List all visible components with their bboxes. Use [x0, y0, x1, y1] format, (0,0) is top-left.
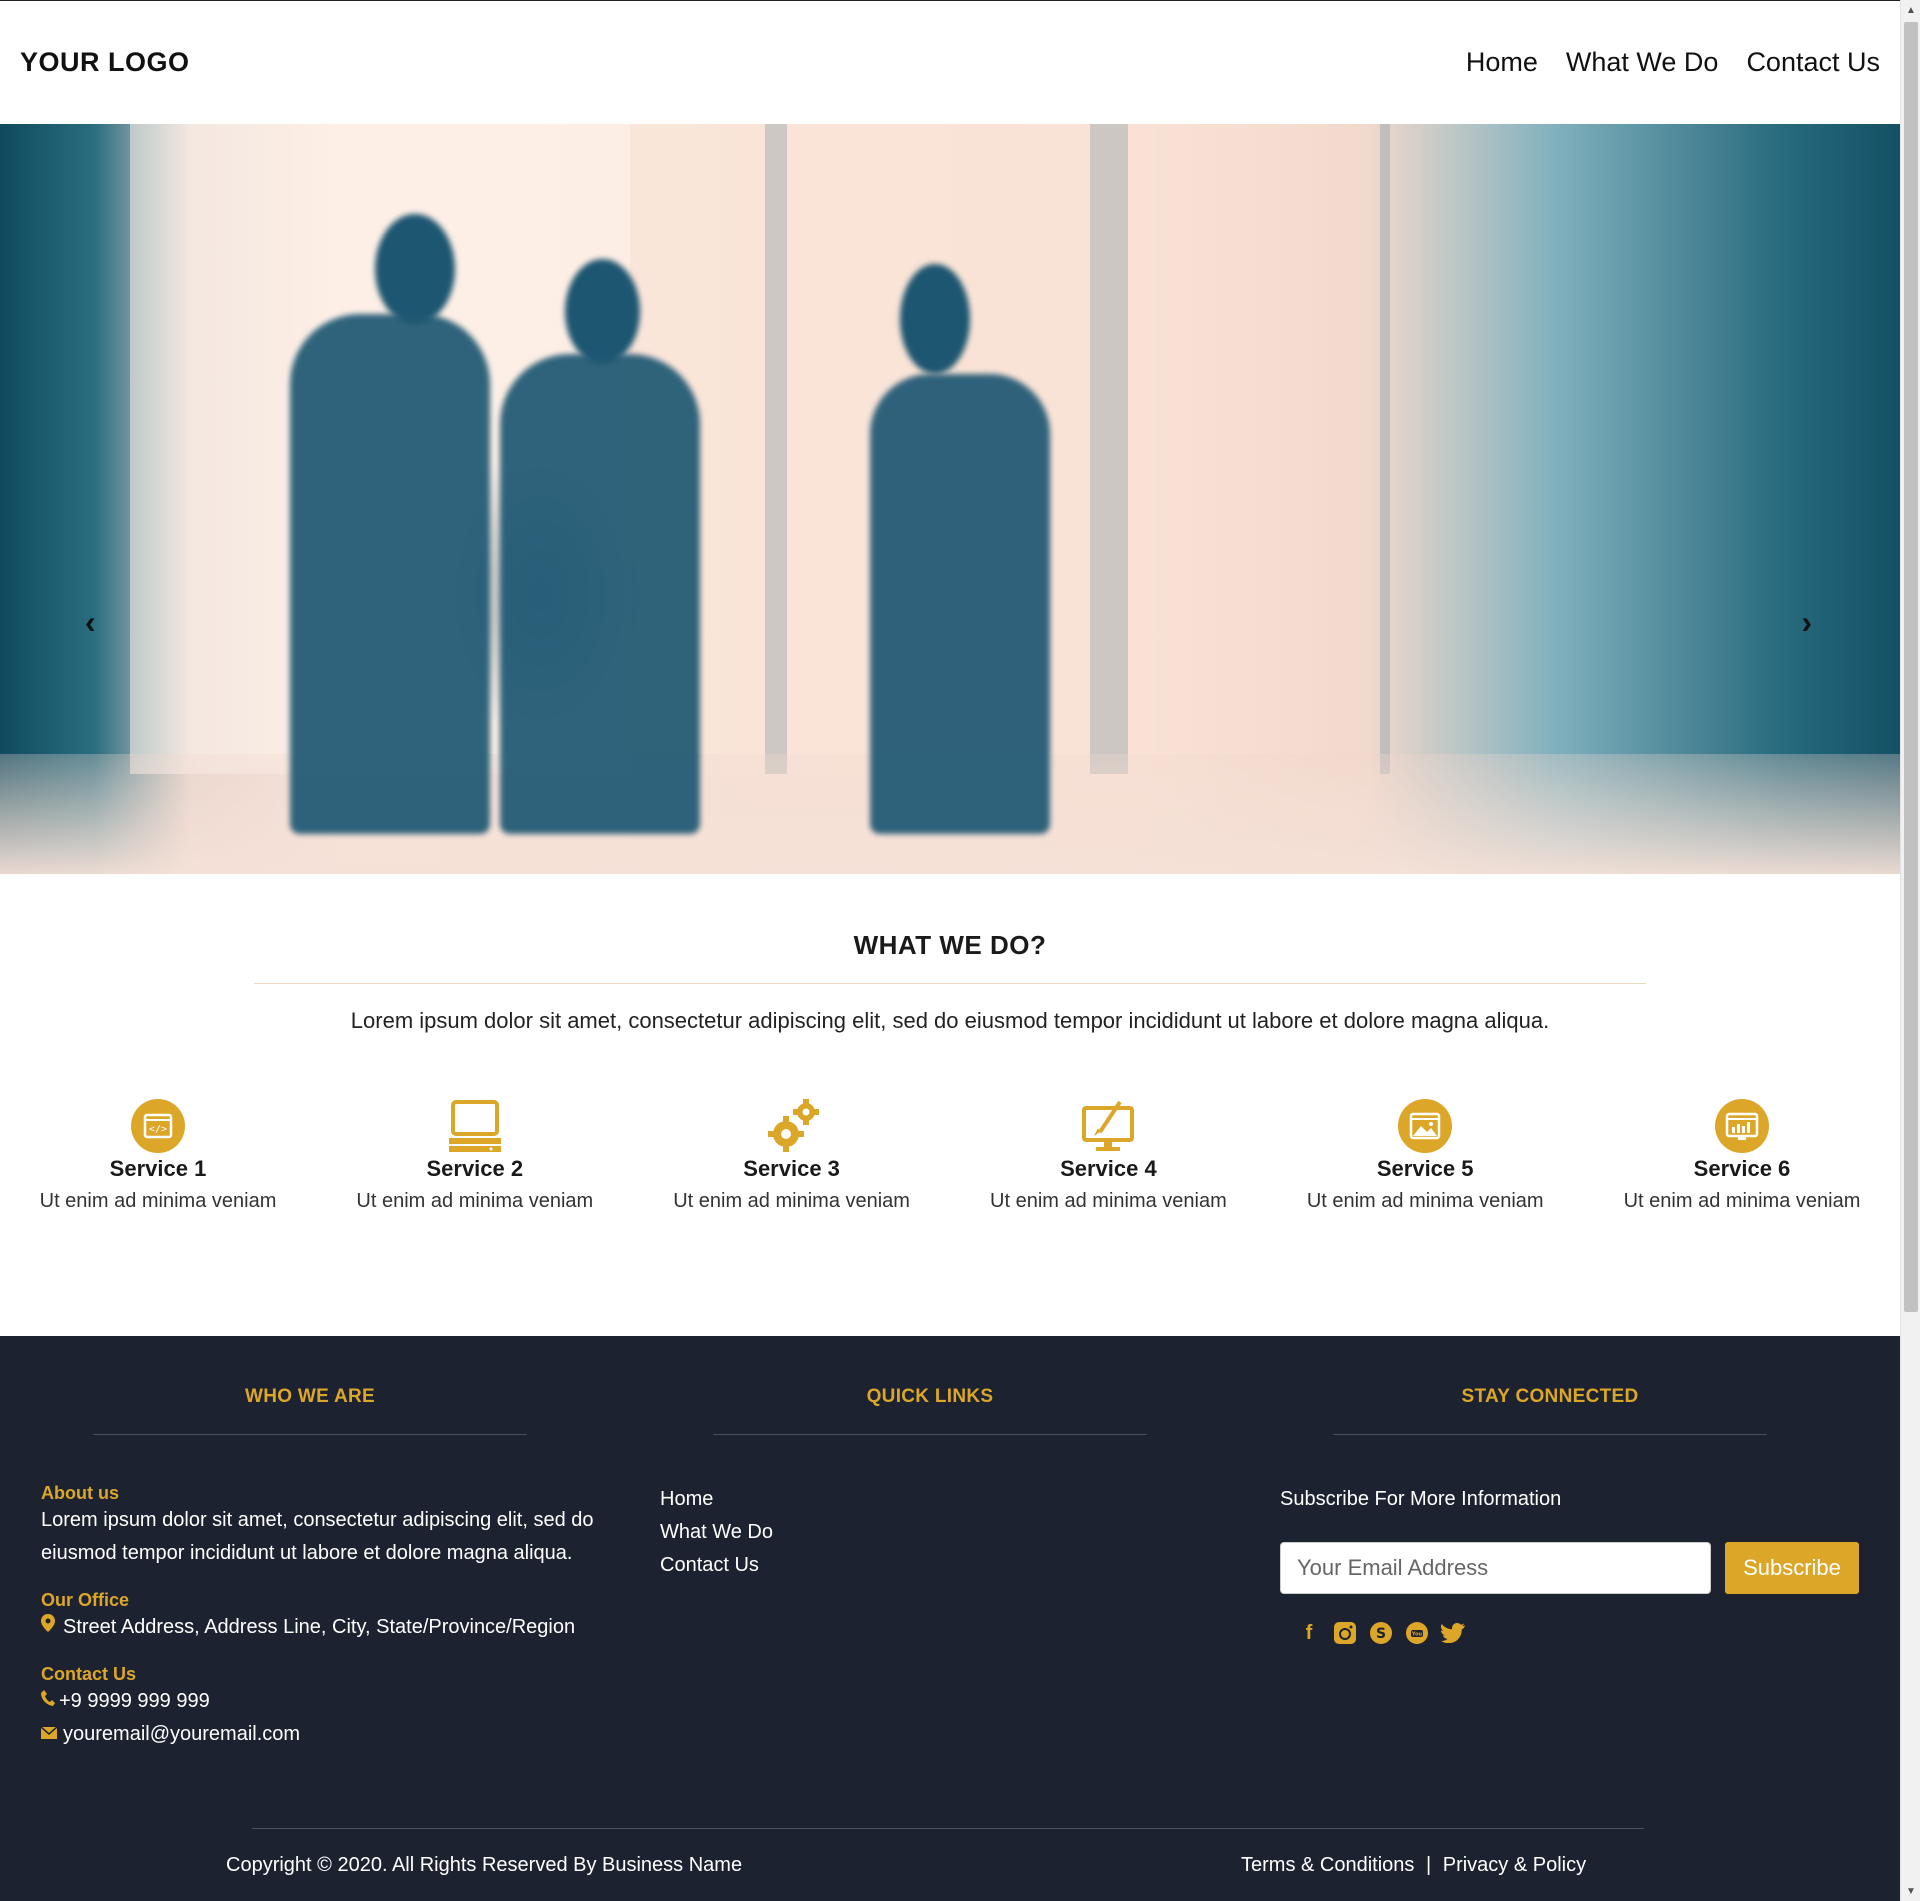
subscribe-text: Subscribe For More Information: [1280, 1488, 1562, 1510]
scroll-thumb[interactable]: [1904, 22, 1918, 1312]
footer-heading: STAY CONNECTED: [1461, 1386, 1639, 1407]
email-row: youremail@youremail.com: [40, 1718, 620, 1751]
service-description: Ut enim ad minima veniam: [356, 1190, 594, 1212]
subscribe-email-input[interactable]: [1280, 1542, 1711, 1594]
service-title: Service 2: [426, 1156, 524, 1181]
carousel-prev-arrow[interactable]: ‹: [85, 604, 96, 641]
footer-bottom-divider: [252, 1828, 1644, 1829]
scroll-up-arrow-icon[interactable]: ▲: [1901, 0, 1920, 20]
code-window-icon: </>: [130, 1098, 186, 1154]
svg-text:</>: </>: [149, 1124, 167, 1135]
person-silhouette: [500, 354, 700, 834]
facebook-icon[interactable]: f: [1296, 1620, 1322, 1646]
scroll-down-arrow-icon[interactable]: ▼: [1901, 1881, 1920, 1901]
gears-icon: [764, 1098, 820, 1154]
laptop-icon: [447, 1098, 503, 1154]
service-title: Service 1: [109, 1156, 207, 1181]
service-description: Ut enim ad minima veniam: [990, 1190, 1227, 1212]
chart-window-icon: [1714, 1098, 1770, 1154]
service-description: Ut enim ad minima veniam: [39, 1190, 277, 1212]
footer-link-contact-us[interactable]: Contact Us: [660, 1549, 1240, 1582]
footer-heading: QUICK LINKS: [866, 1386, 994, 1407]
page: YOUR LOGO Home What We Do Contact Us ‹ ›…: [0, 0, 1900, 1901]
terms-link[interactable]: Terms & Conditions: [1241, 1854, 1414, 1876]
person-silhouette: [870, 374, 1050, 834]
section-title: WHAT WE DO?: [853, 930, 1047, 960]
service-grid: </> Service 1 Ut enim ad minima veniam S…: [0, 1098, 1900, 1213]
nav-home[interactable]: Home: [1466, 47, 1538, 78]
person-head: [900, 264, 970, 374]
service-description: Ut enim ad minima veniam: [1306, 1190, 1544, 1212]
service-card: </> Service 1 Ut enim ad minima veniam: [18, 1098, 298, 1213]
section-divider: [254, 983, 1646, 984]
window-pillar: [1090, 124, 1128, 774]
svg-text:You: You: [1411, 1632, 1423, 1638]
main-nav: Home What We Do Contact Us: [1466, 47, 1880, 78]
footer-quick-links: QUICK LINKS Home What We Do Contact Us: [620, 1336, 1240, 1751]
footer-who-we-are: WHO WE ARE About us Lorem ipsum dolor si…: [0, 1336, 620, 1751]
service-description: Ut enim ad minima veniam: [1623, 1190, 1861, 1212]
phone-icon: [41, 1685, 59, 1718]
copyright-text: Copyright © 2020. All Rights Reserved By…: [226, 1854, 743, 1876]
service-title: Service 5: [1376, 1156, 1474, 1181]
office-label: Our Office: [41, 1590, 130, 1610]
svg-text:S: S: [1376, 1626, 1386, 1642]
phone-row: +9 9999 999 999: [41, 1685, 620, 1718]
image-window-icon: [1397, 1098, 1453, 1154]
window-pillar: [765, 124, 787, 774]
about-label: About us: [41, 1483, 119, 1503]
what-we-do-section: WHAT WE DO? Lorem ipsum dolor sit amet, …: [0, 874, 1900, 1213]
legal-separator: |: [1425, 1854, 1432, 1876]
instagram-icon[interactable]: [1332, 1620, 1358, 1646]
monitor-pen-icon: [1080, 1098, 1136, 1154]
service-card: Service 5 Ut enim ad minima veniam: [1285, 1098, 1565, 1213]
person-head: [375, 214, 455, 324]
legal-links: Terms & Conditions | Privacy & Policy: [1241, 1854, 1586, 1877]
mail-icon: [40, 1718, 63, 1751]
subscribe-button[interactable]: Subscribe: [1725, 1542, 1859, 1594]
service-title: Service 6: [1693, 1156, 1791, 1181]
social-links: f S You: [1280, 1620, 1860, 1646]
footer-stay-connected: STAY CONNECTED Subscribe For More Inform…: [1240, 1336, 1860, 1751]
service-title: Service 3: [743, 1156, 840, 1181]
logo[interactable]: YOUR LOGO: [20, 47, 190, 78]
person-head: [565, 259, 640, 364]
office-address: Street Address, Address Line, City, Stat…: [63, 1616, 576, 1638]
carousel-next-arrow[interactable]: ›: [1801, 604, 1812, 641]
service-card: Service 3 Ut enim ad minima veniam: [652, 1098, 932, 1213]
about-text: Lorem ipsum dolor sit amet, consectetur …: [41, 1509, 594, 1564]
footer-link-what-we-do[interactable]: What We Do: [660, 1516, 1240, 1549]
contact-label: Contact Us: [41, 1664, 137, 1684]
window-pillar: [1380, 124, 1390, 774]
office-address-row: Street Address, Address Line, City, Stat…: [41, 1611, 620, 1644]
subscribe-form: Subscribe: [1280, 1542, 1860, 1594]
privacy-link[interactable]: Privacy & Policy: [1443, 1854, 1586, 1876]
phone-number[interactable]: +9 9999 999 999: [59, 1685, 210, 1718]
email-address[interactable]: youremail@youremail.com: [63, 1718, 300, 1751]
site-header: YOUR LOGO Home What We Do Contact Us: [0, 1, 1900, 124]
footer-heading: WHO WE ARE: [244, 1386, 375, 1407]
site-footer: WHO WE ARE About us Lorem ipsum dolor si…: [0, 1336, 1900, 1901]
section-description: Lorem ipsum dolor sit amet, consectetur …: [350, 1008, 1550, 1033]
twitter-icon[interactable]: [1440, 1620, 1466, 1646]
footer-link-home[interactable]: Home: [660, 1483, 1240, 1516]
service-card: Service 2 Ut enim ad minima veniam: [335, 1098, 615, 1213]
page-scrollbar[interactable]: ▲ ▼: [1900, 0, 1920, 1901]
skype-icon[interactable]: S: [1368, 1620, 1394, 1646]
person-silhouette: [290, 314, 490, 834]
youtube-icon[interactable]: You: [1404, 1620, 1430, 1646]
service-description: Ut enim ad minima veniam: [673, 1190, 910, 1212]
map-pin-icon: [41, 1611, 63, 1644]
hero-carousel: ‹ ›: [0, 124, 1900, 874]
nav-what-we-do[interactable]: What We Do: [1566, 47, 1719, 78]
nav-contact-us[interactable]: Contact Us: [1746, 47, 1880, 78]
service-card: Service 6 Ut enim ad minima veniam: [1602, 1098, 1882, 1213]
service-title: Service 4: [1060, 1156, 1157, 1181]
service-card: Service 4 Ut enim ad minima veniam: [968, 1098, 1248, 1213]
